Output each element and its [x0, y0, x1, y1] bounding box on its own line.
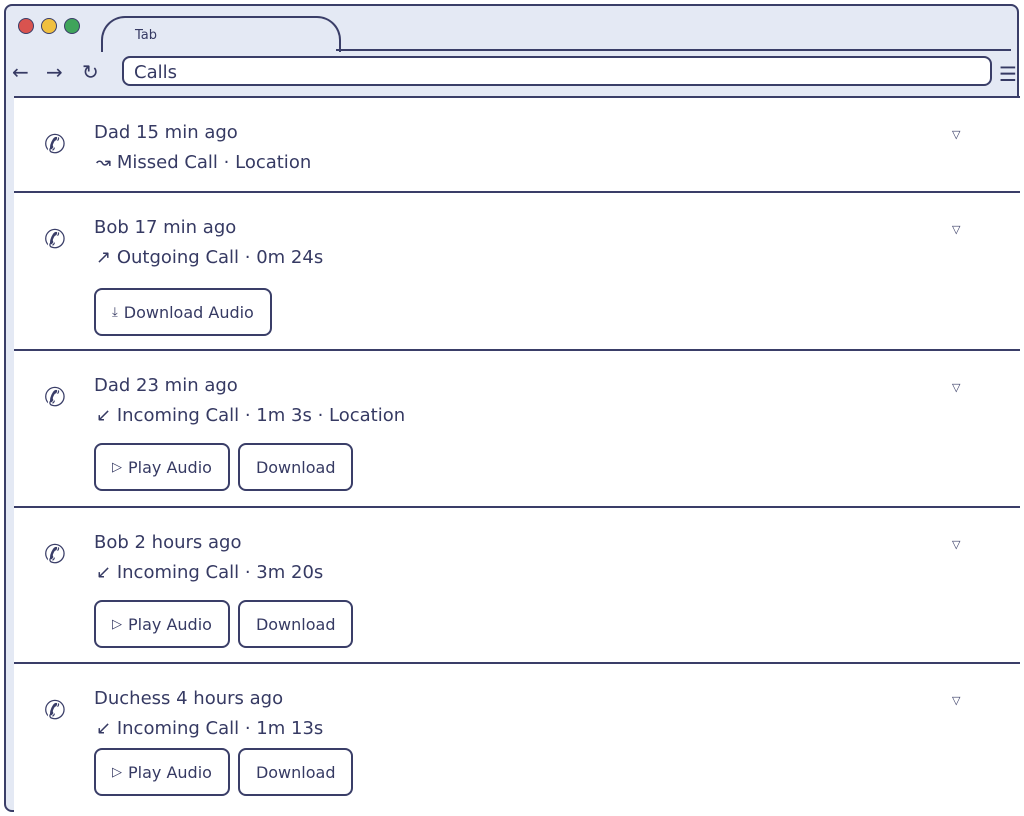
forward-icon[interactable]: →	[46, 60, 63, 84]
play-audio-button[interactable]: ▷ Play Audio	[94, 748, 230, 796]
call-details-text: Outgoing Call · 0m 24s	[116, 247, 324, 268]
call-details: ↙ Incoming Call · 1m 13s	[96, 718, 323, 739]
call-actions: ⤓ Download Audio	[94, 288, 272, 336]
phone-icon: ✆	[44, 383, 66, 413]
window-controls	[18, 18, 80, 34]
call-list-item[interactable]: ✆ Bob 2 hours ago ↙ Incoming Call · 3m 2…	[14, 508, 1020, 664]
button-label: Download	[255, 762, 336, 782]
button-label: Download Audio	[123, 302, 254, 322]
call-details: ↗ Outgoing Call · 0m 24s	[96, 247, 323, 268]
button-label: Play Audio	[128, 614, 212, 634]
expand-caret-icon[interactable]: ▽	[952, 381, 960, 394]
maximize-window-button[interactable]	[64, 18, 80, 34]
button-label: Download	[255, 614, 336, 634]
phone-icon: ✆	[44, 696, 66, 726]
call-details: ↝ Missed Call · Location	[96, 152, 311, 173]
browser-window: Tab ← → ↻ Calls ☰ ✆ Dad 15 min ago ↝ Mis…	[4, 4, 1020, 814]
play-audio-button[interactable]: ▷ Play Audio	[94, 443, 230, 491]
play-icon: ▷	[112, 616, 122, 632]
back-icon[interactable]: ←	[12, 60, 29, 84]
address-bar[interactable]: Calls	[122, 56, 992, 86]
tab-strip-divider	[336, 49, 1011, 51]
browser-tab[interactable]: Tab	[101, 16, 341, 52]
call-direction-icon: ↙	[96, 405, 112, 426]
call-direction-icon: ↙	[96, 718, 112, 739]
minimize-window-button[interactable]	[41, 18, 57, 34]
call-actions: ▷ Play Audio Download	[94, 443, 354, 491]
call-list-item[interactable]: ✆ Dad 23 min ago ↙ Incoming Call · 1m 3s…	[14, 351, 1020, 508]
call-title: Bob 2 hours ago	[94, 532, 242, 553]
download-button[interactable]: Download	[237, 748, 354, 796]
call-list: ✆ Dad 15 min ago ↝ Missed Call · Locatio…	[14, 96, 1020, 814]
expand-caret-icon[interactable]: ▽	[952, 694, 960, 707]
call-details-text: Incoming Call · 3m 20s	[116, 562, 324, 583]
call-title: Duchess 4 hours ago	[94, 688, 284, 709]
call-details-text: Incoming Call · 1m 3s · Location	[116, 405, 406, 426]
call-details: ↙ Incoming Call · 3m 20s	[96, 562, 323, 583]
call-details-text: Missed Call · Location	[116, 152, 312, 173]
call-details-text: Incoming Call · 1m 13s	[116, 718, 324, 739]
call-actions: ▷ Play Audio Download	[94, 600, 354, 648]
reload-icon[interactable]: ↻	[82, 60, 99, 84]
call-direction-icon: ↗	[96, 247, 112, 268]
call-list-item[interactable]: ✆ Bob 17 min ago ↗ Outgoing Call · 0m 24…	[14, 193, 1020, 351]
download-button[interactable]: Download	[237, 600, 354, 648]
tab-label: Tab	[135, 28, 158, 43]
call-list-item[interactable]: ✆ Dad 15 min ago ↝ Missed Call · Locatio…	[14, 98, 1020, 193]
call-direction-icon: ↙	[96, 562, 112, 583]
call-direction-icon: ↝	[96, 152, 112, 173]
play-icon: ▷	[112, 764, 122, 780]
button-label: Download	[255, 457, 336, 477]
call-list-item[interactable]: ✆ Duchess 4 hours ago ↙ Incoming Call · …	[14, 664, 1020, 816]
menu-icon[interactable]: ☰	[999, 62, 1017, 86]
phone-icon: ✆	[44, 225, 66, 255]
phone-icon: ✆	[44, 130, 66, 160]
phone-icon: ✆	[44, 540, 66, 570]
call-actions: ▷ Play Audio Download	[94, 748, 354, 796]
close-window-button[interactable]	[18, 18, 34, 34]
play-icon: ▷	[112, 459, 122, 475]
call-title: Bob 17 min ago	[94, 217, 237, 238]
expand-caret-icon[interactable]: ▽	[952, 128, 960, 141]
call-title: Dad 15 min ago	[94, 122, 238, 143]
call-title: Dad 23 min ago	[94, 375, 238, 396]
download-button[interactable]: Download	[237, 443, 354, 491]
expand-caret-icon[interactable]: ▽	[952, 538, 960, 551]
button-label: Play Audio	[128, 457, 212, 477]
download-audio-button[interactable]: ⤓ Download Audio	[94, 288, 272, 336]
expand-caret-icon[interactable]: ▽	[952, 223, 960, 236]
call-details: ↙ Incoming Call · 1m 3s · Location	[96, 405, 405, 426]
button-label: Play Audio	[128, 762, 212, 782]
download-icon: ⤓	[112, 304, 118, 320]
play-audio-button[interactable]: ▷ Play Audio	[94, 600, 230, 648]
